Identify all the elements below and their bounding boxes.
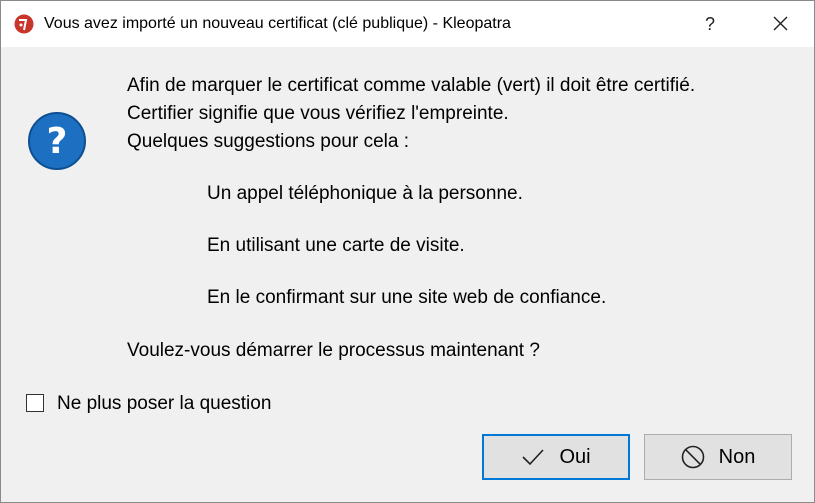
suggestion-item: Un appel téléphonique à la personne. <box>207 183 523 204</box>
title-bar: Vous avez importé un nouveau certificat … <box>1 1 814 47</box>
svg-text:?: ? <box>47 121 68 162</box>
yes-button-label: Oui <box>559 445 591 468</box>
dont-ask-again-checkbox[interactable] <box>26 394 44 412</box>
no-entry-icon <box>681 445 704 469</box>
checkmark-icon <box>522 449 545 466</box>
dialog-window: Vous avez importé un nouveau certificat … <box>0 0 815 503</box>
dont-ask-again-label[interactable]: Ne plus poser la question <box>57 393 271 415</box>
message-line-2: Certifier signifie que vous vérifiez l'e… <box>127 103 509 124</box>
close-button[interactable] <box>756 1 804 47</box>
suggestion-item: En le confirmant sur une site web de con… <box>207 287 607 308</box>
close-icon <box>773 16 788 31</box>
kleopatra-icon <box>14 14 34 34</box>
help-button[interactable]: ? <box>686 1 734 47</box>
message-line-3: Quelques suggestions pour cela : <box>127 131 410 152</box>
no-button-label: Non <box>718 445 756 468</box>
yes-button[interactable]: Oui <box>482 434 630 480</box>
window-title: Vous avez importé un nouveau certificat … <box>44 15 511 32</box>
question-icon: ? <box>28 112 86 170</box>
suggestion-item: En utilisant une carte de visite. <box>207 235 465 256</box>
message-line-1: Afin de marquer le certificat comme vala… <box>127 75 696 96</box>
no-button[interactable]: Non <box>644 434 792 480</box>
question-text: Voulez-vous démarrer le processus mainte… <box>127 340 540 361</box>
